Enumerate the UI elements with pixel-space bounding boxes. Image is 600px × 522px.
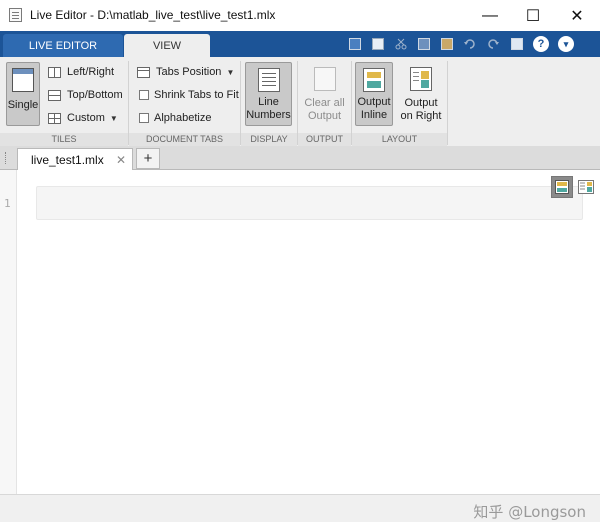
output-inline-label-2: Inline [360, 109, 388, 121]
help-icon[interactable]: ? [533, 36, 549, 52]
status-bar: 知乎 @Longson [0, 494, 600, 522]
alphabetize-label: Alphabetize [154, 112, 212, 124]
output-inline-label-1: Output [357, 96, 391, 108]
window-title: Live Editor - D:\matlab_live_test\live_t… [30, 8, 276, 22]
top-bottom-tile-button[interactable]: Top/Bottom [48, 86, 123, 104]
clear-output-icon [313, 67, 336, 91]
tabs-position-dropdown[interactable]: Tabs Position ▼ [137, 63, 234, 81]
save-icon[interactable] [370, 36, 386, 52]
minimize-button[interactable]: — [468, 0, 512, 31]
code-cell-input[interactable] [36, 186, 583, 220]
tab-live-editor[interactable]: LIVE EDITOR [3, 34, 123, 57]
watermark-text: 知乎 @Longson [473, 503, 586, 521]
close-window-button[interactable]: ✕ [555, 0, 599, 31]
line-number-gutter: 1 [0, 170, 17, 494]
title-bar: Live Editor - D:\matlab_live_test\live_t… [0, 0, 600, 32]
add-tab-button[interactable]: + [136, 148, 160, 169]
view-ribbon: Single Left/Right Top/Bottom Custom ▼ TI… [0, 57, 600, 147]
left-right-icon [48, 66, 61, 78]
window-icon[interactable] [509, 36, 525, 52]
line-numbers-label-2: Numbers [246, 109, 291, 121]
tabs-position-label: Tabs Position [156, 66, 222, 78]
output-on-right-label-2: on Right [400, 110, 442, 122]
clear-all-label-2: Output [307, 110, 342, 122]
undo-icon[interactable] [462, 36, 478, 52]
left-right-label: Left/Right [67, 66, 115, 78]
single-tile-label: Single [7, 99, 39, 111]
output-inline-icon [363, 68, 385, 92]
single-tile-button[interactable]: Single [6, 62, 40, 126]
tiles-section-label: TILES [0, 133, 128, 146]
display-section-label: DISPLAY [241, 133, 297, 146]
output-on-right-icon [410, 67, 432, 91]
document-tabs-section-label: DOCUMENT TABS [129, 133, 240, 146]
layout-section-label: LAYOUT [352, 133, 447, 146]
copy-icon[interactable] [416, 36, 432, 52]
alphabetize-checkbox-box[interactable] [139, 113, 149, 123]
document-tab-label: live_test1.mlx [31, 152, 104, 167]
line-number: 1 [4, 197, 11, 210]
shrink-tabs-label: Shrink Tabs to Fit [154, 89, 239, 101]
live-editor-area[interactable]: 1 [0, 170, 600, 494]
live-editor-app-icon [9, 8, 22, 22]
shrink-tabs-checkbox[interactable]: Shrink Tabs to Fit [139, 86, 239, 104]
top-bottom-label: Top/Bottom [67, 89, 123, 101]
options-icon[interactable]: ▾ [558, 36, 574, 52]
chevron-down-icon: ▼ [226, 67, 235, 77]
alphabetize-checkbox[interactable]: Alphabetize [139, 109, 212, 127]
tabs-position-icon [137, 66, 150, 78]
clear-all-label-1: Clear all [304, 97, 345, 109]
output-section-label: OUTPUT [298, 133, 351, 146]
output-on-right-toggle-icon[interactable] [575, 176, 597, 198]
section-divider [447, 61, 448, 145]
top-bottom-icon [48, 89, 61, 101]
line-numbers-button[interactable]: Line Numbers [245, 62, 292, 126]
output-on-right-button[interactable]: Output on Right [398, 62, 444, 126]
dock-icon[interactable] [347, 36, 363, 52]
output-on-right-label-1: Output [404, 97, 438, 109]
chevron-down-icon: ▼ [109, 113, 118, 123]
single-tile-icon [12, 68, 34, 92]
drag-grip-icon[interactable] [5, 152, 8, 164]
maximize-button[interactable]: ☐ [511, 0, 555, 31]
redo-icon[interactable] [485, 36, 501, 52]
cut-icon[interactable] [393, 36, 409, 52]
line-numbers-icon [257, 68, 280, 92]
tab-view[interactable]: VIEW [124, 34, 210, 57]
paste-icon[interactable] [439, 36, 455, 52]
output-inline-toggle-icon[interactable] [551, 176, 573, 198]
shrink-tabs-checkbox-box[interactable] [139, 90, 149, 100]
document-tab-live-test1[interactable]: live_test1.mlx ✕ [17, 148, 133, 170]
custom-tile-label: Custom [67, 112, 105, 124]
close-tab-icon[interactable]: ✕ [116, 153, 126, 167]
left-right-tile-button[interactable]: Left/Right [48, 63, 114, 81]
line-numbers-label-1: Line [258, 96, 279, 108]
output-inline-button[interactable]: Output Inline [355, 62, 393, 126]
custom-tile-icon [48, 112, 61, 124]
clear-all-output-button[interactable]: Clear all Output [301, 62, 348, 126]
custom-tile-dropdown[interactable]: Custom ▼ [48, 109, 118, 127]
